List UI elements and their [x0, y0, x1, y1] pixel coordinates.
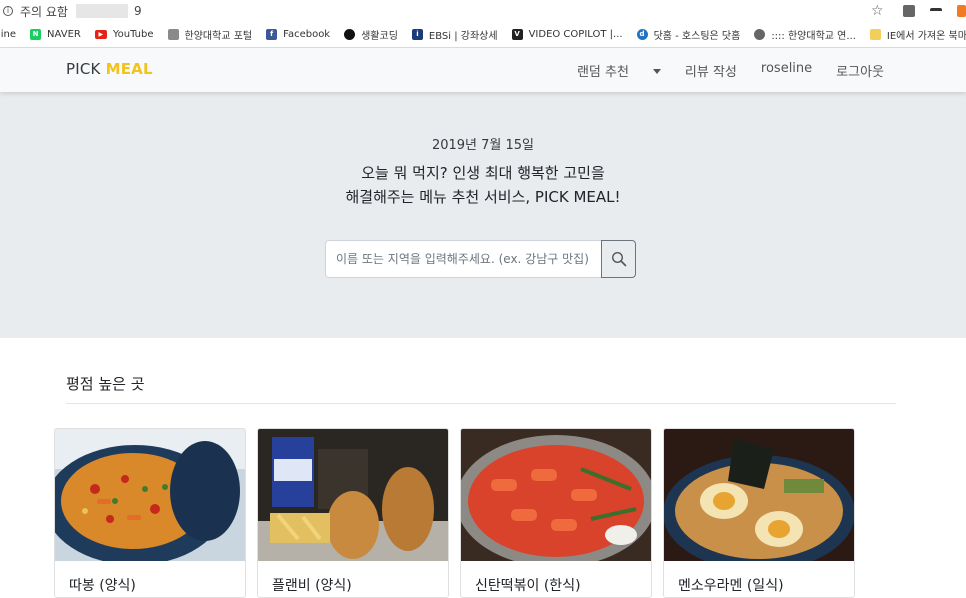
bookmark-youtube[interactable]: ▶ YouTube [94, 29, 154, 40]
section-divider [66, 403, 896, 404]
hero-tagline-1: 오늘 뭐 먹지? 인생 최대 행복한 고민을 [361, 164, 605, 182]
brand-logo[interactable]: PICK MEAL [66, 60, 153, 78]
search-icon [611, 251, 626, 267]
facebook-icon: f [266, 29, 278, 40]
ramen-photo [664, 429, 854, 561]
tteokbokki-photo [461, 429, 651, 561]
bookmark-label: Facebook [283, 29, 331, 40]
site-navbar: PICK MEAL 랜덤 추천 리뷰 작성 roseline 로그아웃 [0, 48, 966, 92]
videocopilot-icon: V [511, 29, 523, 40]
restaurant-card[interactable]: 따봉 (양식) [54, 428, 246, 598]
bookmarks-bar: line N NAVER ▶ YouTube 한양대학교 포털 f Facebo… [0, 22, 966, 48]
burrito-photo [258, 429, 448, 561]
bookmark-hanyang-research[interactable]: :::: 한양대학교 연... [754, 27, 856, 42]
hero-date: 2019년 7월 15일 [431, 138, 535, 153]
paella-photo [55, 429, 245, 561]
bookmark-hanyang-portal[interactable]: 한양대학교 포털 [167, 27, 253, 42]
bookmark-line[interactable]: line [0, 29, 16, 40]
bookmark-label: 닷홈 - 호스팅은 닷홈 [653, 31, 741, 42]
bookmark-ebsi[interactable]: i EBSi | 강좌상세 [411, 27, 498, 42]
hero-jumbotron: 2019년 7월 15일 오늘 뭐 먹지? 인생 최대 행복한 고민을 해결해주… [0, 92, 966, 338]
restaurant-card[interactable]: 멘소우라멘 (일식) [663, 428, 855, 598]
search-form [325, 240, 636, 278]
youtube-icon: ▶ [94, 30, 107, 39]
bookmark-label: YouTube [112, 29, 154, 40]
nav-random-dropdown[interactable]: 랜덤 추천 [553, 61, 661, 80]
bookmark-label: EBSi | 강좌상세 [428, 31, 498, 42]
url-text[interactable]: 9 [134, 4, 142, 18]
section-title: 평점 높은 곳 [66, 375, 145, 393]
bookmark-videocopilot[interactable]: V VIDEO COPILOT |... [511, 29, 623, 40]
bookmark-ie-folder[interactable]: IE에서 가져온 북마크 [869, 27, 966, 42]
card-title[interactable]: 신탄떡볶이 (한식) [475, 575, 581, 595]
bookmark-opentutorials[interactable]: 생활코딩 [344, 27, 398, 42]
card-title[interactable]: 멘소우라멘 (일식) [678, 575, 784, 595]
naver-icon: N [30, 29, 42, 40]
security-warning[interactable]: 주의 요함 [20, 3, 68, 20]
address-bar[interactable]: i 주의 요함 9 ☆ [0, 0, 966, 22]
nav-user[interactable]: roseline [761, 61, 812, 80]
folder-icon [869, 29, 881, 40]
bookmark-label: NAVER [47, 29, 81, 40]
bookmark-label: 생활코딩 [361, 31, 398, 42]
nav-logout[interactable]: 로그아웃 [836, 61, 884, 80]
bookmark-naver[interactable]: N NAVER [30, 29, 81, 40]
ebsi-icon: i [411, 29, 423, 40]
nav-random-label: 랜덤 추천 [576, 65, 629, 80]
bookmark-facebook[interactable]: f Facebook [266, 29, 330, 40]
bookmark-label: :::: 한양대학교 연... [771, 31, 856, 42]
brand-meal: MEAL [105, 60, 153, 78]
brand-pick: PICK [66, 60, 101, 78]
nav-links: 랜덤 추천 리뷰 작성 roseline 로그아웃 [529, 61, 884, 80]
card-title[interactable]: 따봉 (양식) [69, 575, 136, 595]
restaurant-card[interactable]: 플랜비 (양식) [257, 428, 449, 598]
search-button[interactable] [601, 240, 636, 278]
globe-icon [754, 29, 766, 40]
bookmark-label: 한양대학교 포털 [184, 31, 253, 42]
circle-icon [344, 29, 356, 40]
info-icon[interactable]: i [3, 6, 13, 16]
search-input[interactable] [325, 240, 602, 278]
bookmark-label: line [0, 29, 17, 40]
hanyang-icon [167, 29, 179, 40]
bookmark-label: VIDEO COPILOT |... [528, 29, 623, 40]
bookmark-star-icon[interactable]: ☆ [871, 4, 885, 18]
bookmark-label: IE에서 가져온 북마크 [886, 31, 966, 42]
restaurant-card[interactable]: 신탄떡볶이 (한식) [460, 428, 652, 598]
bookmark-dothome[interactable]: d 닷홈 - 호스팅은 닷홈 [636, 27, 741, 42]
extension-icon[interactable] [930, 8, 942, 14]
extension-icon[interactable] [903, 5, 915, 17]
hero-tagline-2: 해결해주는 메뉴 추천 서비스, PICK MEAL! [345, 188, 621, 206]
caret-down-icon [652, 69, 661, 74]
extension-icon[interactable] [957, 5, 966, 17]
url-redacted [75, 4, 128, 18]
dothome-icon: d [636, 29, 648, 40]
card-title[interactable]: 플랜비 (양식) [272, 575, 352, 595]
nav-review[interactable]: 리뷰 작성 [685, 61, 737, 80]
